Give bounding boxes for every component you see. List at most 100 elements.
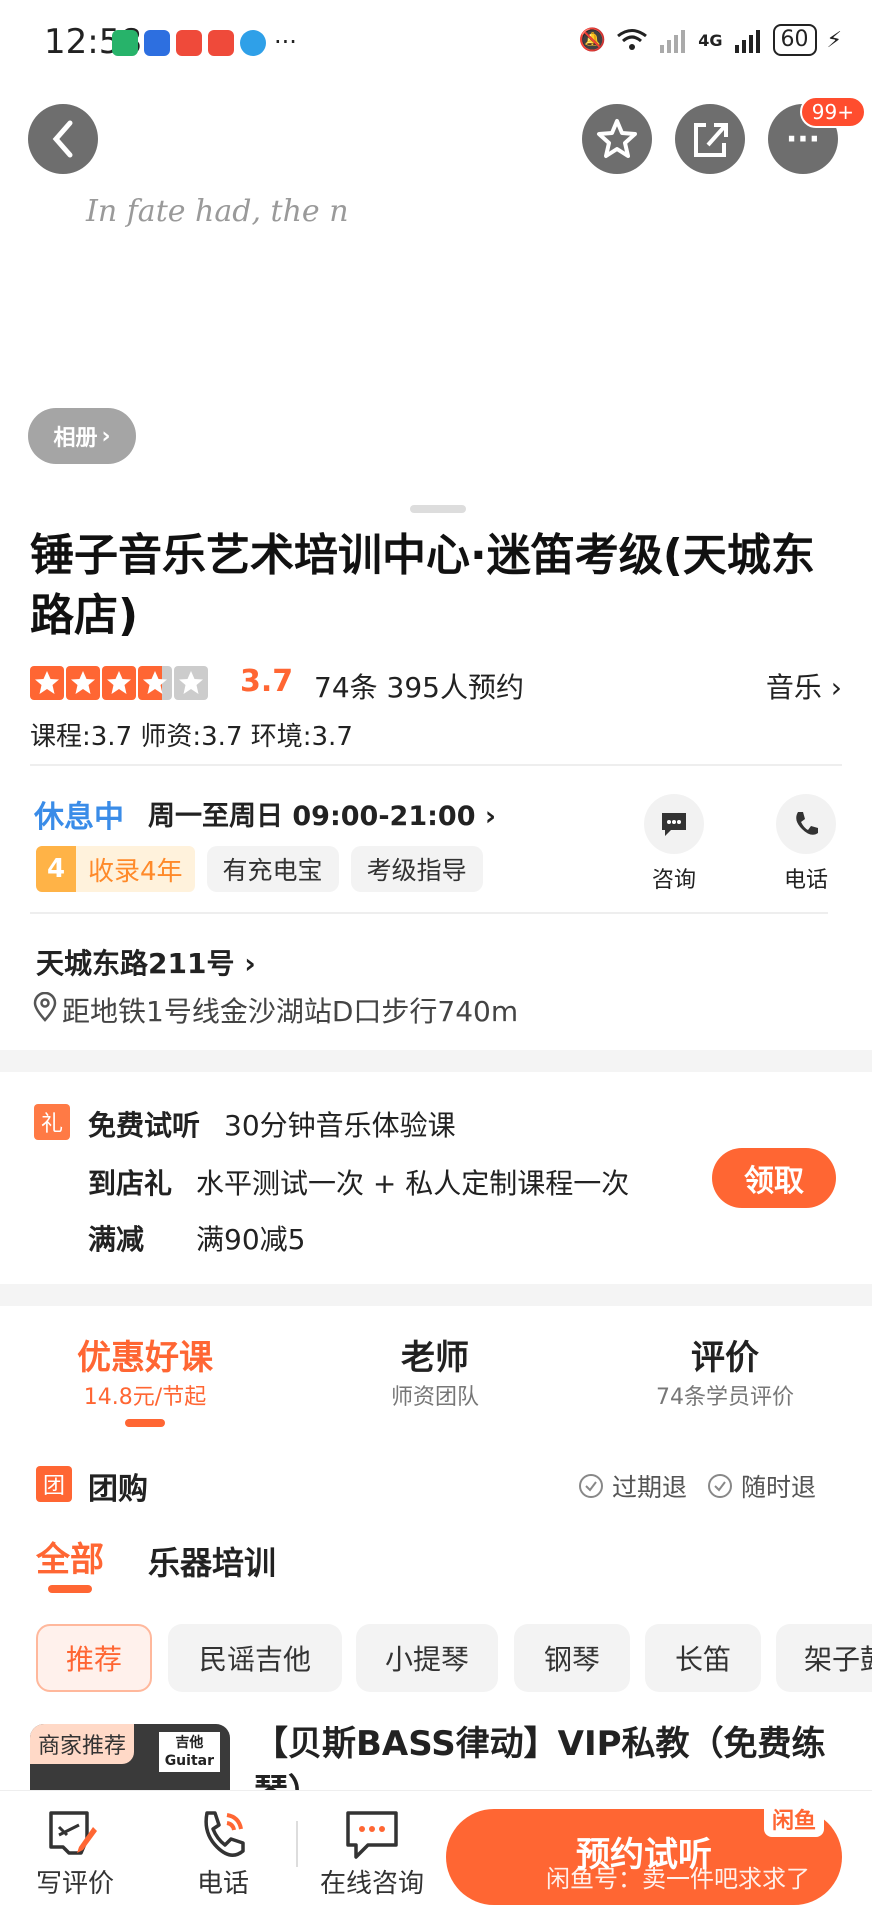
years-tag: 4 收录4年	[36, 846, 195, 892]
signal-icon	[734, 30, 760, 53]
phone-action[interactable]: 电话	[776, 794, 846, 894]
section-separator	[0, 1284, 872, 1306]
street-address: 天城东路211号	[36, 947, 235, 980]
star-icon	[102, 666, 136, 700]
tab-title: 老师	[401, 1338, 469, 1378]
bottom-phone-label: 电话	[196, 1869, 249, 1899]
online-consult-label: 在线咨询	[319, 1869, 424, 1899]
back-button[interactable]	[28, 104, 98, 174]
watermark-overlay-text: 闲鱼号：卖一件吧求求了	[546, 1865, 810, 1893]
sheet-handle[interactable]	[410, 505, 466, 513]
write-review-label: 写评价	[35, 1869, 114, 1899]
phone-icon	[204, 1811, 245, 1857]
chat-icon	[644, 794, 704, 854]
check-circle-icon	[708, 1474, 733, 1498]
xianyu-logo: 闲鱼	[763, 1801, 824, 1837]
offer-value: 水平测试一次 + 私人定制课程一次	[196, 1167, 630, 1200]
subtab-instrument-training[interactable]: 乐器培训	[148, 1538, 276, 1584]
app-notification-icon	[144, 30, 170, 56]
share-button[interactable]	[675, 104, 745, 174]
share-icon	[694, 123, 728, 157]
signal-icon	[660, 30, 686, 53]
tab-title: 评价	[691, 1338, 759, 1378]
group-buy-title: 团购	[88, 1472, 148, 1507]
offer-key: 满减	[88, 1223, 145, 1256]
subtab-indicator	[48, 1585, 92, 1593]
chevron-right-icon: ›	[101, 423, 111, 449]
app-notification-icon	[240, 30, 266, 56]
open-status: 休息中	[34, 800, 124, 835]
subtab-label: 全部	[36, 1540, 104, 1580]
chip-folk-guitar[interactable]: 民谣吉他	[168, 1624, 342, 1692]
refund-expired: 过期退	[578, 1468, 687, 1504]
review-booking-count[interactable]: 74条 395人预约	[314, 666, 524, 706]
guitar-thumb-label: 吉他 Guitar	[158, 1732, 220, 1772]
book-trial-button[interactable]: 预约试听 闲鱼号：卖一件吧求求了 闲鱼	[446, 1801, 842, 1905]
offer-key: 到店礼	[88, 1167, 173, 1200]
bottom-divider	[296, 1821, 298, 1867]
chevron-right-icon: ›	[484, 801, 497, 832]
address-link[interactable]: 天城东路211号 ›	[36, 942, 256, 982]
tab-indicator	[125, 1419, 165, 1427]
tab-subtitle: 师资团队	[390, 1385, 479, 1410]
check-circle-icon	[579, 1474, 603, 1498]
album-label: 相册	[53, 426, 98, 451]
divider	[30, 764, 842, 766]
star-icon	[66, 666, 100, 700]
product-thumbnail[interactable]: 商家推荐 吉他 Guitar	[30, 1724, 230, 1794]
booking-count: 395人预约	[386, 671, 524, 704]
edit-review-icon	[49, 1811, 97, 1855]
tab-reviews[interactable]: 评价 74条学员评价	[620, 1330, 830, 1411]
tab-teachers[interactable]: 老师 师资团队	[330, 1330, 540, 1411]
refund-anytime-label: 随时退	[741, 1473, 817, 1502]
bottom-action-bar: 写评价 电话 在线咨询 预约试听 闲鱼号：卖一件吧求求了 闲鱼	[0, 1790, 872, 1920]
rating-score: 3.7	[240, 664, 294, 699]
write-review-button[interactable]: 写评价	[30, 1807, 120, 1900]
subtab-all[interactable]: 全部	[36, 1532, 104, 1593]
star-icon	[138, 666, 172, 700]
offer-key: 免费试听	[88, 1109, 201, 1142]
consult-action[interactable]: 咨询	[644, 794, 714, 894]
offer-value: 30分钟音乐体验课	[224, 1109, 456, 1142]
merchant-recommend-badge: 商家推荐	[30, 1724, 135, 1764]
category-link[interactable]: 音乐 ›	[766, 666, 842, 706]
location-pin-icon	[33, 992, 57, 1022]
claim-button[interactable]: 领取	[712, 1148, 836, 1208]
group-buy-icon: 团	[36, 1466, 72, 1502]
sub-scores: 课程:3.7 师资:3.7 环境:3.7	[30, 722, 353, 752]
shop-tags: 4 收录4年 有充电宝 考级指导	[36, 846, 483, 892]
chip-piano[interactable]: 钢琴	[514, 1624, 630, 1692]
network-type: 4G	[698, 30, 723, 50]
years-text: 收录4年	[76, 846, 195, 892]
rating-stars	[30, 666, 208, 700]
phone-label: 电话	[783, 868, 828, 893]
back-arrow-icon	[52, 120, 73, 158]
more-notifications-icon: ···	[274, 28, 297, 56]
offer-value: 满90减5	[196, 1223, 306, 1256]
tab-courses[interactable]: 优惠好课 14.8元/节起	[40, 1330, 250, 1427]
chip-recommended[interactable]: 推荐	[36, 1624, 152, 1692]
status-indicators: 🔕 4G 60 ⚡	[579, 24, 842, 56]
refund-anytime: 随时退	[707, 1468, 816, 1504]
chip-drum-kit[interactable]: 架子鼓	[776, 1624, 872, 1692]
chip-violin[interactable]: 小提琴	[356, 1624, 498, 1692]
thumb-text: Guitar	[164, 1753, 214, 1769]
favorite-button[interactable]	[582, 104, 652, 174]
battery-level: 60	[772, 24, 817, 56]
review-count: 74条	[314, 671, 378, 704]
notification-badge: 99+	[799, 96, 866, 128]
album-button[interactable]: 相册 ›	[28, 408, 136, 464]
bottom-phone-button[interactable]: 电话	[178, 1807, 268, 1900]
chip-flute[interactable]: 长笛	[645, 1624, 761, 1692]
product-title[interactable]: 【贝斯BASS律动】VIP私教（免费练琴）	[254, 1720, 854, 1790]
tag-exam-guidance: 考级指导	[350, 846, 483, 892]
consult-label: 咨询	[651, 868, 696, 893]
chat-bubble-icon	[346, 1811, 398, 1859]
online-consult-button[interactable]: 在线咨询	[316, 1807, 428, 1900]
app-notification-icon	[208, 30, 234, 56]
status-bar: 12:58 ··· 🔕 4G 60 ⚡	[0, 0, 872, 86]
business-hours[interactable]: 周一至周日 09:00-21:00 ›	[148, 794, 496, 833]
thumb-text: 吉他	[175, 1735, 204, 1751]
star-icon	[30, 666, 64, 700]
charging-icon: ⚡	[826, 27, 842, 53]
